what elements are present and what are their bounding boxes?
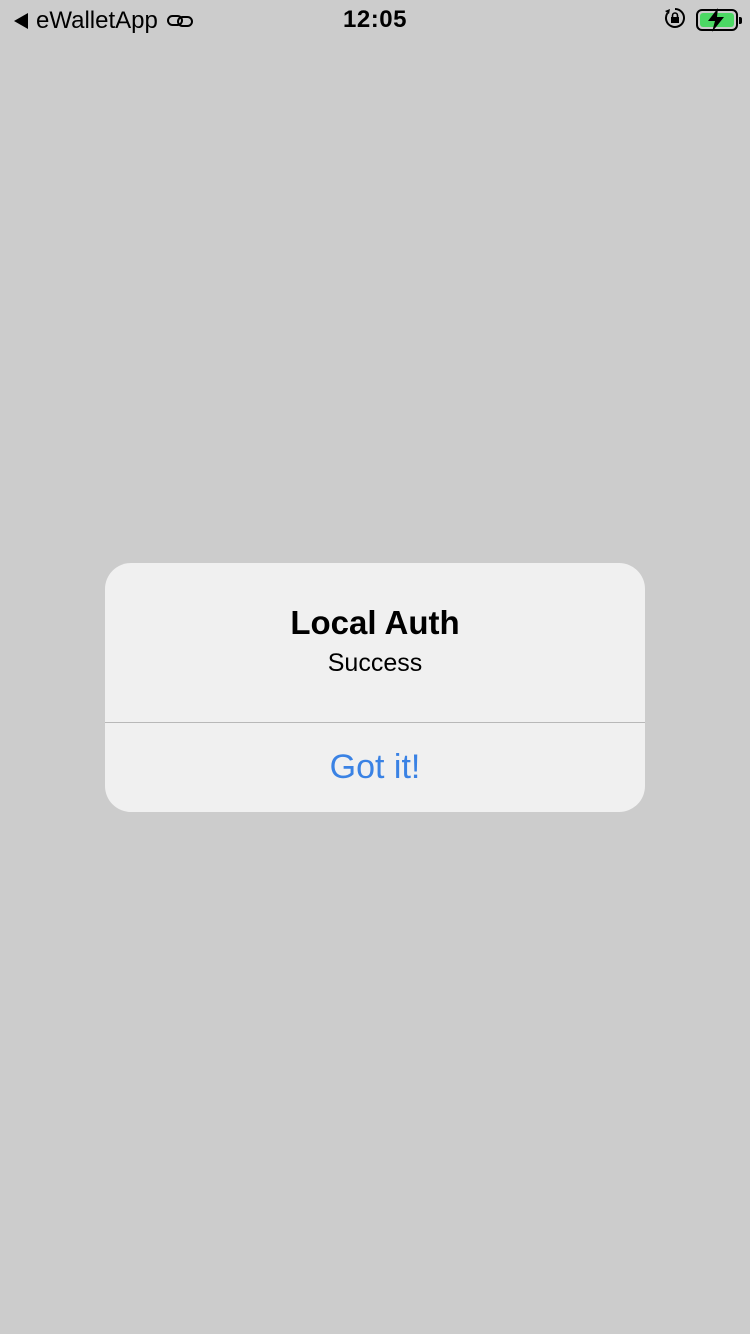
alert-body: Local Auth Success — [105, 563, 645, 722]
battery-charging-icon — [696, 8, 742, 32]
screen: eWalletApp 12:05 Local Auth Success Got … — [0, 0, 750, 1334]
alert-title: Local Auth — [290, 604, 460, 641]
alert-message: Success — [327, 649, 423, 677]
status-time: 12:05 — [343, 6, 407, 33]
got-it-button[interactable]: Got it! — [105, 723, 645, 812]
orientation-lock-icon — [664, 7, 686, 34]
charging-bolt-icon — [706, 8, 726, 37]
status-bar: eWalletApp 12:05 — [0, 0, 750, 40]
alert-dialog: Local Auth Success Got it! — [105, 563, 645, 812]
status-indicators — [664, 6, 742, 34]
battery-cap — [739, 17, 742, 24]
